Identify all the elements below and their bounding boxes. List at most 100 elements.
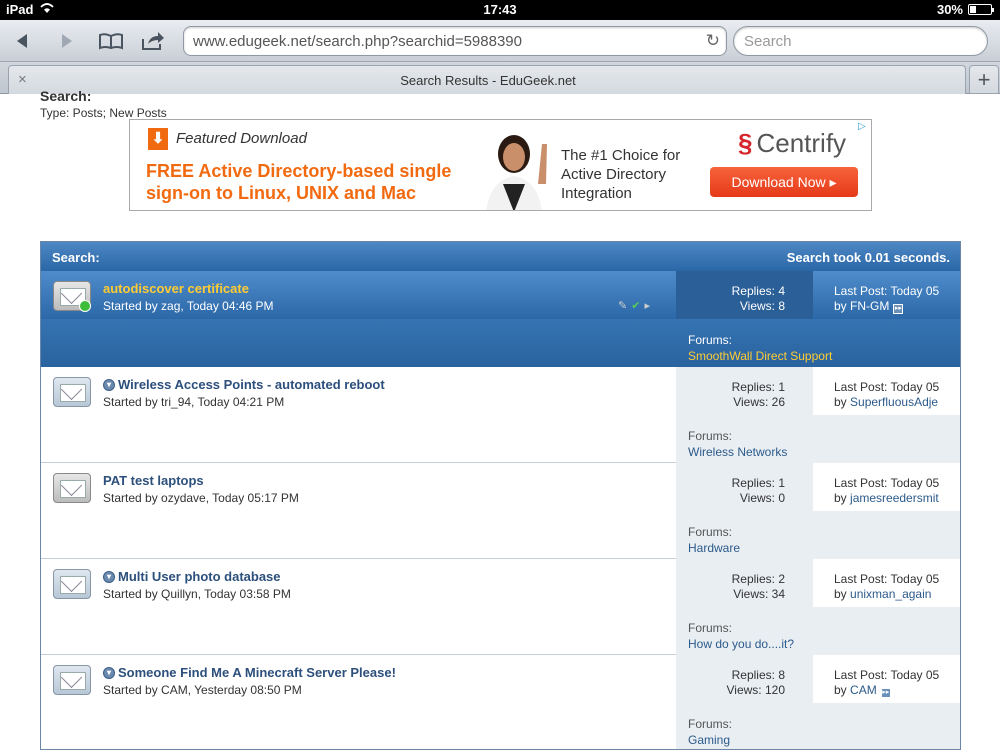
search-placeholder: Search — [744, 33, 792, 50]
download-arrow-icon: ⬇ — [148, 128, 168, 150]
thread-title-text[interactable]: autodiscover certificate — [103, 281, 249, 296]
new-post-arrow-icon[interactable]: ▾ — [103, 378, 115, 391]
bookmarks-icon[interactable] — [97, 29, 125, 53]
thread-row-spacer — [41, 703, 676, 749]
forums-label: Forums: — [688, 525, 733, 539]
thread-main: ▾ Multi User photo database Started by Q… — [41, 559, 676, 607]
last-post-user[interactable]: CAM — [850, 683, 877, 697]
new-tab-button[interactable]: + — [969, 65, 999, 94]
thread-starter: Started by ozydave, Today 05:17 PM — [103, 491, 299, 505]
thread-envelope-icon — [53, 473, 91, 503]
reply-count: Replies: 4 — [731, 284, 785, 298]
thread-title[interactable]: autodiscover certificate — [103, 281, 249, 296]
thread-title-text[interactable]: Multi User photo database — [118, 569, 281, 584]
ad-banner[interactable]: ⬇ Featured Download FREE Active Director… — [129, 119, 872, 211]
ad-tagline: The #1 Choice for Active Directory Integ… — [561, 147, 681, 202]
last-post-date: Last Post: Today 05 — [834, 572, 940, 586]
page-title: Search: — [40, 88, 92, 104]
last-post: Last Post: Today 05 by FN-GM ▸▸ — [813, 271, 960, 319]
thread-title[interactable]: PAT test laptops — [103, 473, 204, 488]
tab-title: Search Results - EduGeek.net — [400, 73, 576, 88]
thread-starter: Started by CAM, Yesterday 08:50 PM — [103, 683, 302, 697]
thread-status-icons: ✎ ✔ ▸ — [618, 299, 650, 312]
table-row[interactable]: ▾ Wireless Access Points - automated reb… — [41, 367, 960, 463]
last-post: Last Post: Today 05 by unixman_again — [813, 559, 960, 607]
forum-link[interactable]: Gaming — [688, 733, 730, 747]
last-post-by: by — [834, 299, 847, 313]
results-header: Search: Search took 0.01 seconds. — [41, 242, 960, 271]
forum-link[interactable]: How do you do....it? — [688, 637, 794, 651]
reply-count: Replies: 2 — [731, 572, 785, 586]
battery-icon — [968, 4, 994, 15]
search-input[interactable]: Search — [733, 26, 988, 56]
forward-icon[interactable] — [53, 29, 81, 53]
subscribed-badge-icon — [79, 300, 91, 312]
go-to-last-post-icon[interactable]: ▸▸ — [893, 304, 904, 314]
thread-title[interactable]: ▾ Wireless Access Points - automated reb… — [103, 377, 385, 392]
thread-starter: Started by zag, Today 04:46 PM — [103, 299, 274, 313]
thread-title-text[interactable]: Someone Find Me A Minecraft Server Pleas… — [118, 665, 396, 680]
thread-row-spacer — [41, 607, 676, 655]
thread-title[interactable]: ▾ Multi User photo database — [103, 569, 281, 584]
last-post-user[interactable]: unixman_again — [850, 587, 931, 601]
forum-link[interactable]: SmoothWall Direct Support — [688, 349, 832, 363]
results-header-label: Search: — [52, 250, 100, 265]
last-post-date: Last Post: Today 05 — [834, 668, 940, 682]
clock: 17:43 — [483, 2, 517, 17]
ad-featured-label: Featured Download — [176, 130, 307, 147]
forums-label: Forums: — [688, 429, 733, 443]
forum-link[interactable]: Hardware — [688, 541, 740, 555]
ad-headline: FREE Active Directory-based single sign-… — [146, 161, 452, 203]
table-row[interactable]: ▾ Someone Find Me A Minecraft Server Ple… — [41, 655, 960, 749]
centrify-swirl-icon: § — [738, 128, 753, 158]
thread-title-text[interactable]: Wireless Access Points - automated reboo… — [118, 377, 385, 392]
view-count: Views: 0 — [739, 491, 785, 505]
last-post: Last Post: Today 05 by SuperfluousAdje — [813, 367, 960, 415]
arrow-icon: ▸ — [644, 300, 650, 312]
thread-title-text[interactable]: PAT test laptops — [103, 473, 204, 488]
new-post-arrow-icon[interactable]: ▾ — [103, 666, 115, 679]
last-post-by: by — [834, 587, 847, 601]
forums-label: Forums: — [688, 621, 733, 635]
download-now-button[interactable]: Download Now ▸ — [710, 167, 858, 197]
forum-link[interactable]: Wireless Networks — [688, 445, 787, 459]
new-post-arrow-icon[interactable]: ▾ — [103, 570, 115, 583]
search-results: Search: Search took 0.01 seconds. autodi… — [40, 241, 961, 750]
last-post-by: by — [834, 683, 847, 697]
last-post-by: by — [834, 395, 847, 409]
reload-icon[interactable]: ↻ — [706, 31, 720, 51]
thread-stats: Replies: 1 Views: 0 — [676, 463, 813, 511]
thread-envelope-icon — [53, 665, 91, 695]
view-count: Views: 34 — [733, 587, 785, 601]
back-icon[interactable] — [8, 29, 36, 53]
view-count: Views: 26 — [733, 395, 785, 409]
url-text: www.edugeek.net/search.php?searchid=5988… — [193, 33, 522, 50]
address-bar[interactable]: www.edugeek.net/search.php?searchid=5988… — [183, 26, 727, 56]
last-post-user[interactable]: SuperfluousAdje — [850, 395, 938, 409]
thread-starter: Started by tri_94, Today 04:21 PM — [103, 395, 285, 409]
thread-stats: Replies: 4 Views: 8 — [676, 271, 813, 319]
reply-count: Replies: 1 — [731, 476, 785, 490]
active-tab[interactable]: × Search Results - EduGeek.net — [8, 65, 966, 94]
reply-count: Replies: 8 — [731, 668, 785, 682]
table-row[interactable]: PAT test laptops Started by ozydave, Tod… — [41, 463, 960, 559]
go-to-last-post-icon[interactable]: ▸▸ — [880, 688, 891, 698]
last-post-user[interactable]: jamesreedersmit — [850, 491, 939, 505]
table-row[interactable]: autodiscover certificate Started by zag,… — [41, 271, 960, 367]
view-count: Views: 8 — [739, 299, 785, 313]
forum-cell: Forums: Hardware — [676, 511, 960, 559]
thread-title[interactable]: ▾ Someone Find Me A Minecraft Server Ple… — [103, 665, 396, 680]
plus-icon: + — [977, 66, 991, 92]
share-icon[interactable] — [139, 29, 167, 53]
thread-envelope-icon — [53, 569, 91, 599]
last-post-user[interactable]: FN-GM — [850, 299, 889, 313]
last-post: Last Post: Today 05 by CAM ▸▸ — [813, 655, 960, 703]
status-bar: iPad 17:43 30% — [0, 0, 1000, 20]
adchoices-icon[interactable]: ▷ — [858, 121, 869, 132]
view-count: Views: 120 — [726, 683, 785, 697]
browser-toolbar: www.edugeek.net/search.php?searchid=5988… — [0, 20, 1000, 62]
table-row[interactable]: ▾ Multi User photo database Started by Q… — [41, 559, 960, 655]
last-post-date: Last Post: Today 05 — [834, 476, 940, 490]
checkmark-icon: ✔ — [631, 300, 641, 312]
search-type: Type: Posts; New Posts — [40, 106, 167, 120]
